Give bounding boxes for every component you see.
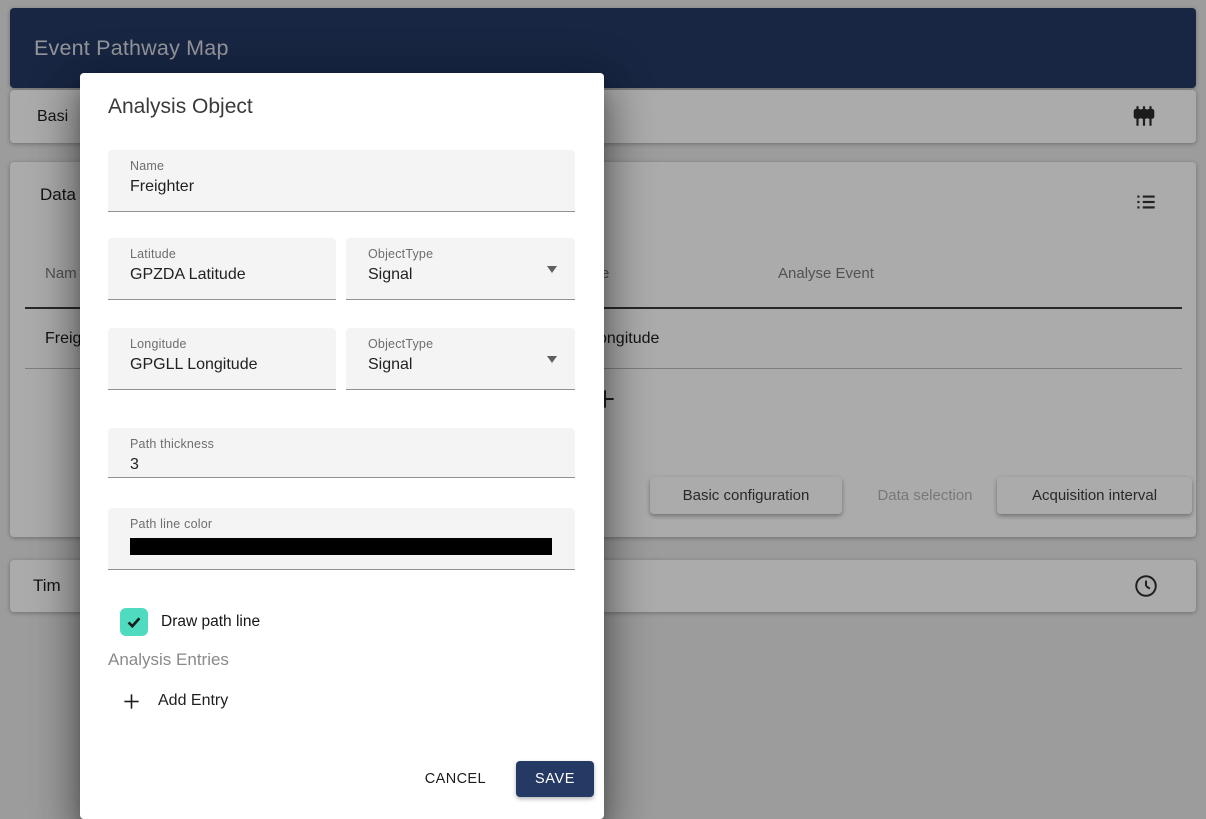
plus-icon (122, 692, 141, 711)
latitude-objecttype-value: Signal (368, 266, 559, 284)
draw-path-line-row: Draw path line (120, 607, 575, 636)
add-entry-button[interactable]: Add Entry (122, 689, 575, 713)
dialog-title: Analysis Object (108, 95, 575, 120)
checkmark-icon (124, 612, 144, 632)
caret-down-icon (547, 266, 557, 273)
dialog-actions: CANCEL SAVE (413, 761, 594, 797)
longitude-objecttype-select[interactable]: ObjectType Signal (346, 328, 575, 390)
name-field-label: Name (130, 159, 559, 173)
caret-down-icon (547, 356, 557, 363)
name-field-value: Freighter (130, 178, 559, 196)
latitude-field-value: GPZDA Latitude (130, 266, 320, 284)
path-line-color-field[interactable]: Path line color (108, 508, 575, 570)
latitude-objecttype-label: ObjectType (368, 247, 559, 261)
longitude-field[interactable]: Longitude GPGLL Longitude (108, 328, 336, 390)
draw-path-line-label: Draw path line (161, 613, 260, 631)
name-field[interactable]: Name Freighter (108, 150, 575, 212)
analysis-object-dialog: Analysis Object Name Freighter Latitude … (80, 73, 604, 819)
analysis-entries-heading: Analysis Entries (108, 650, 575, 669)
path-line-color-swatch (130, 538, 552, 555)
latitude-field[interactable]: Latitude GPZDA Latitude (108, 238, 336, 300)
add-entry-label: Add Entry (158, 692, 228, 710)
latitude-field-label: Latitude (130, 247, 320, 261)
cancel-button[interactable]: CANCEL (413, 762, 498, 796)
draw-path-line-checkbox[interactable] (120, 608, 148, 636)
path-line-color-label: Path line color (130, 517, 552, 531)
path-thickness-label: Path thickness (130, 437, 559, 451)
save-button[interactable]: SAVE (516, 761, 594, 797)
longitude-field-value: GPGLL Longitude (130, 356, 320, 374)
path-thickness-value: 3 (130, 456, 559, 474)
latitude-objecttype-select[interactable]: ObjectType Signal (346, 238, 575, 300)
longitude-field-label: Longitude (130, 337, 320, 351)
longitude-objecttype-label: ObjectType (368, 337, 559, 351)
longitude-objecttype-value: Signal (368, 356, 559, 374)
path-thickness-field[interactable]: Path thickness 3 (108, 428, 575, 478)
